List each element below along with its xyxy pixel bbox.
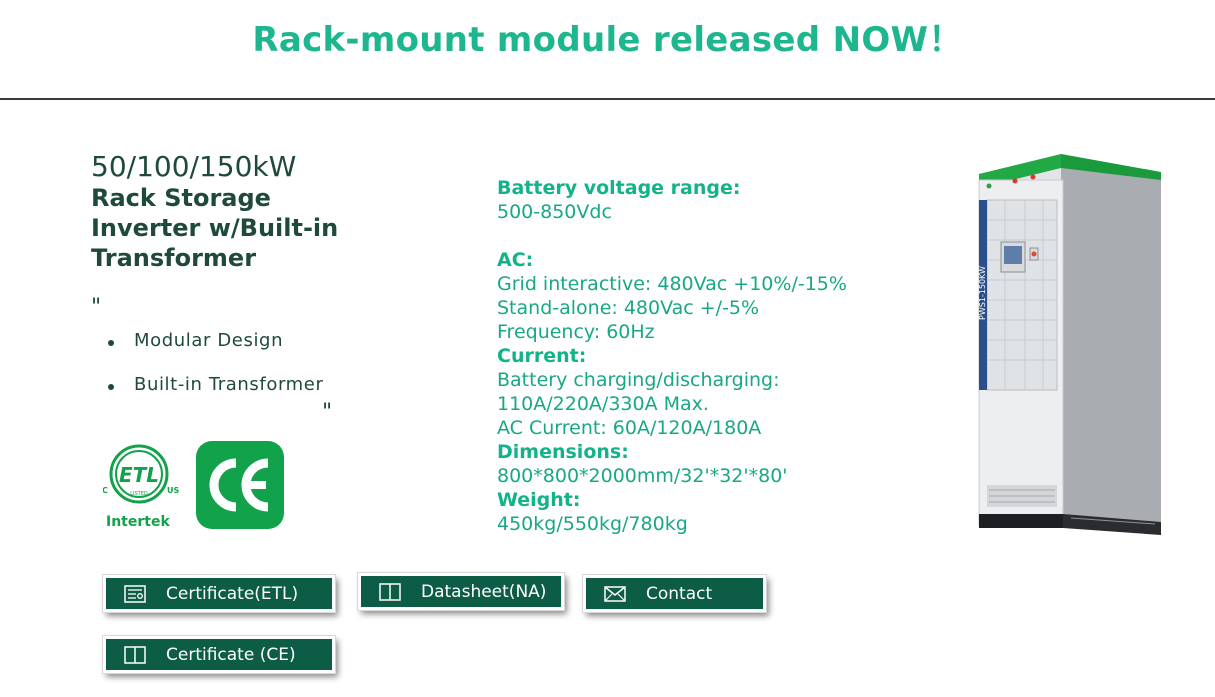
etl-c: C: [103, 486, 108, 495]
contact-button[interactable]: Contact: [583, 575, 766, 612]
etl-letters: ETL: [119, 463, 159, 487]
certificate-ce-label: Certificate (CE): [166, 644, 296, 665]
envelope-icon: [604, 585, 626, 602]
bullet-dot: [108, 384, 114, 390]
etl-brand: Intertek: [106, 514, 170, 530]
datasheet-button[interactable]: Datasheet(NA): [358, 573, 564, 610]
spec-current-battery-max: 110A/220A/330A Max.: [497, 393, 709, 415]
certificate-etl-button[interactable]: Certificate(ETL): [103, 575, 335, 612]
book-icon: [124, 645, 146, 664]
certificate-etl-label: Certificate(ETL): [166, 583, 299, 604]
spec-ac-standalone: Stand-alone: 480Vac +/-5%: [497, 297, 760, 319]
spec-current-battery: Battery charging/discharging:: [497, 369, 780, 391]
announcement-banner: Rack-mount module released NOW！: [0, 0, 1215, 100]
quote-close: ": [322, 400, 333, 425]
cabinet-side-label: PWS1-150KW: [978, 266, 987, 320]
inverter-cabinet-image: PWS1-150KW: [978, 154, 1161, 535]
etl-intertek-logo: ETL LISTED C US Intertek: [103, 444, 179, 530]
spec-weight-label: Weight:: [497, 489, 581, 511]
feature-item: Modular Design: [108, 330, 323, 374]
spec-dimensions-label: Dimensions:: [497, 441, 629, 463]
feature-item: Built-in Transformer: [108, 374, 323, 418]
ce-mark: [209, 458, 269, 512]
book-icon: [379, 582, 401, 601]
datasheet-label: Datasheet(NA): [421, 581, 547, 602]
spec-ac-grid: Grid interactive: 480Vac +10%/-15%: [497, 273, 847, 295]
product-name: Rack Storage Inverter w/Built-in Transfo…: [91, 184, 339, 272]
spec-current-ac: AC Current: 60A/120A/180A: [497, 417, 762, 439]
certificate-ce-button[interactable]: Certificate (CE): [103, 636, 335, 673]
quote-open: ": [91, 295, 102, 320]
certificate-icon: [124, 584, 146, 603]
spec-dimensions-value: 800*800*2000mm/32'*32'*80': [497, 465, 788, 487]
spec-list: Battery voltage range: 500-850Vdc AC: Gr…: [497, 176, 917, 536]
banner-title: Rack-mount module released NOW！: [252, 20, 963, 60]
feature-list: Modular Design Built-in Transformer: [108, 330, 323, 418]
etl-us: US: [167, 486, 179, 495]
spec-battery-voltage-value: 500-850Vdc: [497, 201, 612, 223]
spec-ac-label: AC:: [497, 249, 534, 271]
spec-ac-frequency: Frequency: 60Hz: [497, 321, 655, 343]
feature-label: Modular Design: [134, 330, 284, 351]
feature-label: Built-in Transformer: [134, 374, 324, 395]
ce-logo: [196, 441, 284, 529]
etl-listed: LISTED: [130, 491, 148, 497]
product-power: 50/100/150kW: [91, 150, 297, 183]
bullet-dot: [108, 340, 114, 346]
spec-current-label: Current:: [497, 345, 587, 367]
spec-battery-voltage-label: Battery voltage range:: [497, 177, 741, 199]
spec-weight-value: 450kg/550kg/780kg: [497, 513, 688, 535]
contact-label: Contact: [646, 583, 713, 604]
